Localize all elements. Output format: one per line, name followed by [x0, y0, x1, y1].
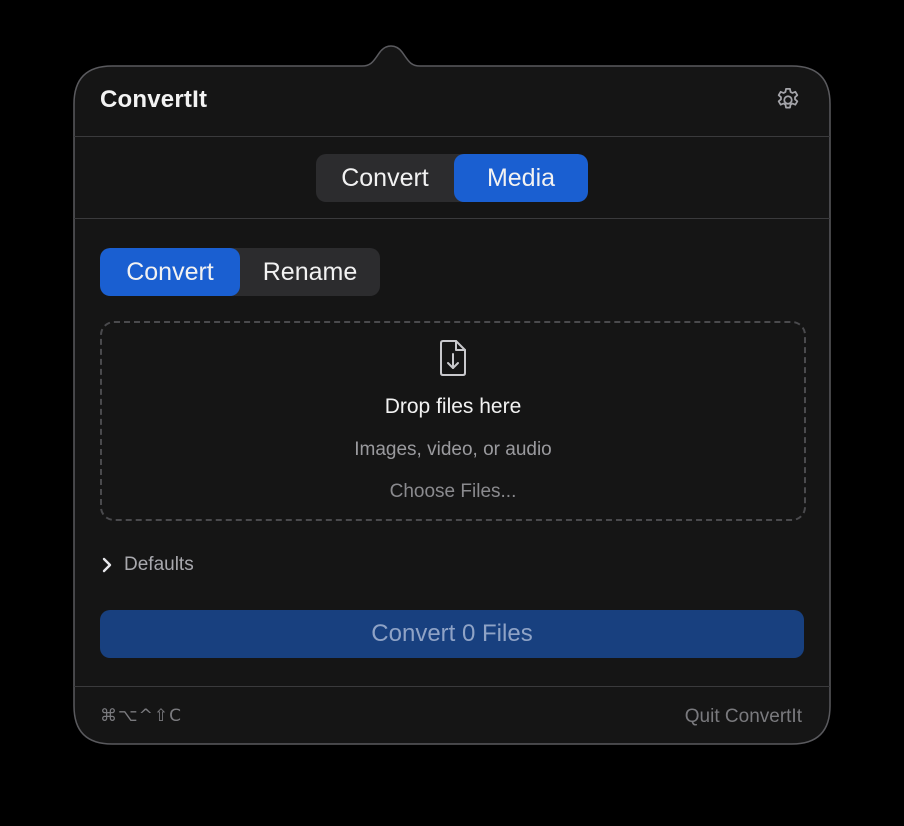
popover-header: ConvertIt	[74, 66, 830, 136]
defaults-label: Defaults	[124, 554, 194, 575]
footer-divider	[74, 686, 830, 687]
popover-panel: ConvertIt Convert Media Convert Rename D…	[74, 66, 830, 744]
top-segmented-control: Convert Media	[316, 154, 588, 202]
convert-files-button[interactable]: Convert 0 Files	[100, 610, 804, 658]
mode-tab-convert[interactable]: Convert	[100, 248, 240, 296]
file-download-icon	[440, 340, 466, 376]
dropzone-subtitle: Images, video, or audio	[354, 439, 552, 460]
mode-segmented-control: Convert Rename	[100, 248, 380, 296]
choose-files-link[interactable]: Choose Files...	[102, 481, 804, 503]
dropzone-title: Drop files here	[384, 395, 522, 418]
tabs-divider	[74, 218, 830, 219]
file-dropzone[interactable]: Drop files here Images, video, or audio …	[100, 321, 806, 521]
gear-icon[interactable]	[774, 86, 802, 114]
stage: ConvertIt Convert Media Convert Rename D…	[0, 0, 904, 826]
app-title: ConvertIt	[100, 86, 208, 113]
tab-media[interactable]: Media	[454, 154, 588, 202]
quit-button[interactable]: Quit ConvertIt	[685, 706, 802, 728]
mode-tab-rename[interactable]: Rename	[240, 248, 380, 296]
tab-convert[interactable]: Convert	[316, 154, 454, 202]
header-divider	[74, 136, 830, 137]
chevron-right-icon	[102, 557, 112, 573]
keyboard-shortcut: ⌘⌥^⇧C	[100, 706, 182, 726]
defaults-disclosure[interactable]: Defaults	[100, 552, 194, 578]
